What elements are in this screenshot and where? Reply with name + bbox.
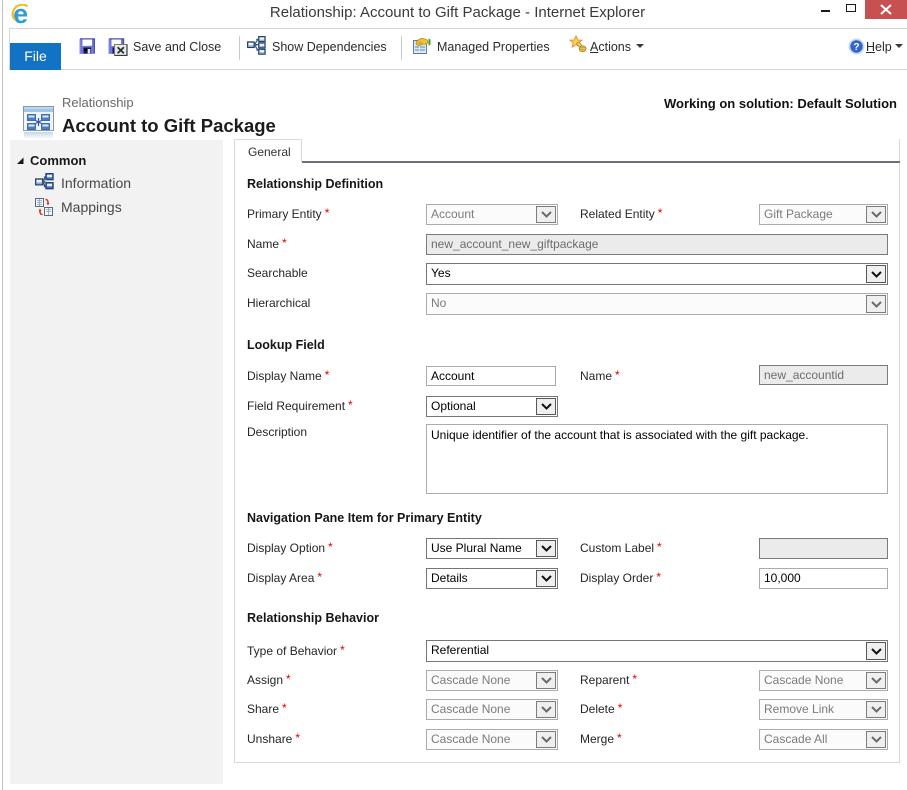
svg-text:?: ? [853,41,859,53]
